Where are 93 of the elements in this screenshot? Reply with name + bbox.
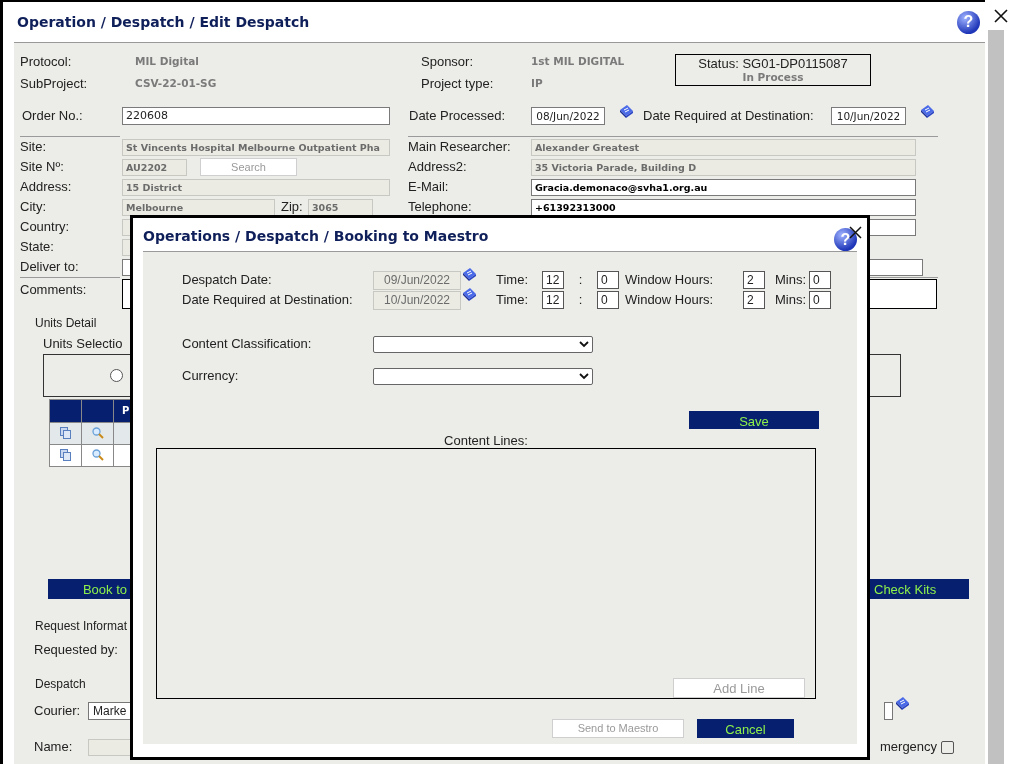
field-label: Sponsor: bbox=[421, 53, 475, 72]
field-label: Window Hours: bbox=[625, 271, 715, 290]
field-label: mergency bbox=[880, 738, 938, 757]
field-value: MIL Digital bbox=[135, 54, 200, 70]
input-field: 15 District bbox=[122, 178, 390, 196]
input-field: AU2202 bbox=[122, 158, 187, 176]
field-label: Main Researcher: bbox=[408, 138, 512, 157]
field-label: Mins: bbox=[775, 291, 808, 310]
hour-field[interactable]: 12 bbox=[542, 291, 564, 309]
field-label: Project type: bbox=[421, 75, 495, 94]
field-label: Date Required at Destination: bbox=[182, 291, 354, 310]
field-label: Country: bbox=[20, 218, 71, 237]
window-title: Operation / Despatch / Edit Despatch bbox=[17, 12, 310, 32]
calendar-icon[interactable] bbox=[462, 287, 477, 302]
chevron-icon bbox=[579, 372, 589, 380]
calendar-icon[interactable] bbox=[619, 104, 634, 119]
field-label: Window Hours: bbox=[625, 291, 715, 310]
date-field[interactable]: 08/Jun/2022 bbox=[531, 107, 605, 125]
field-label: Protocol: bbox=[20, 53, 73, 72]
input-field: Melbourne bbox=[122, 198, 275, 216]
section-title: Units Selectio bbox=[43, 335, 123, 353]
close-icon[interactable] bbox=[849, 226, 862, 239]
section-title: Despatch bbox=[35, 676, 86, 693]
date-field: 10/Jun/2022 bbox=[373, 290, 461, 310]
column-header: P bbox=[121, 403, 130, 418]
dropdown[interactable] bbox=[373, 335, 593, 353]
copy-icon[interactable] bbox=[60, 449, 71, 461]
dropdown[interactable] bbox=[373, 367, 593, 385]
field-label: Mins: bbox=[775, 271, 808, 290]
field-label: Despatch Date: bbox=[182, 271, 273, 290]
close-icon[interactable] bbox=[994, 9, 1008, 23]
radio-button[interactable] bbox=[110, 368, 123, 382]
field-label: Courier: bbox=[34, 702, 82, 721]
input-field[interactable]: 220608 bbox=[122, 107, 390, 125]
field-label: Address: bbox=[20, 178, 73, 197]
section-title: Units Detail bbox=[35, 315, 97, 332]
book-button[interactable]: Book to bbox=[48, 578, 130, 599]
field-label: Date Processed: bbox=[409, 107, 507, 126]
field-label: SubProject: bbox=[20, 75, 89, 94]
field-label: State: bbox=[20, 238, 55, 257]
mins-field[interactable]: 0 bbox=[809, 291, 831, 309]
field-label: Date Required at Destination: bbox=[643, 107, 815, 126]
scrollbar[interactable] bbox=[988, 30, 1004, 764]
time-separator: : bbox=[577, 271, 584, 290]
hour-field[interactable]: 12 bbox=[542, 271, 564, 289]
calendar-icon[interactable] bbox=[920, 104, 935, 119]
field-label: Site Nº: bbox=[20, 158, 65, 177]
calendar-icon[interactable] bbox=[895, 696, 910, 711]
field-label: Site: bbox=[20, 138, 47, 157]
field-value: CSV-22-01-SG bbox=[135, 76, 218, 92]
window-hours-field[interactable]: 2 bbox=[743, 291, 765, 309]
input-field: 3065 bbox=[308, 198, 373, 216]
input-field: Alexander Greatest bbox=[531, 138, 916, 156]
field-label: Name: bbox=[34, 738, 74, 757]
save-button[interactable]: Save bbox=[689, 411, 819, 429]
search-icon[interactable] bbox=[91, 449, 104, 461]
field-label: Zip: bbox=[281, 198, 304, 217]
input-field: St Vincents Hospital Melbourne Outpatient Pha bbox=[122, 138, 390, 156]
field-label: Time: bbox=[496, 291, 530, 310]
minute-field[interactable]: 0 bbox=[597, 271, 619, 289]
date-field[interactable]: 10/Jun/2022 bbox=[831, 107, 906, 125]
cancel-button[interactable]: Cancel bbox=[697, 719, 794, 738]
mins-field[interactable]: 0 bbox=[809, 271, 831, 289]
copy-icon[interactable] bbox=[60, 427, 71, 439]
field-label: Content Classification: bbox=[182, 335, 313, 354]
date-field: 09/Jun/2022 bbox=[373, 270, 461, 290]
input-field: 35 Victoria Parade, Building D bbox=[531, 158, 916, 176]
input-field[interactable] bbox=[884, 702, 893, 720]
field-label: Comments: bbox=[20, 281, 88, 299]
status-code: Status: SG01-DP0115087 bbox=[698, 57, 848, 71]
field-label: Time: bbox=[496, 271, 530, 290]
minute-field[interactable]: 0 bbox=[597, 291, 619, 309]
time-separator: : bbox=[577, 291, 584, 310]
field-label: City: bbox=[20, 198, 47, 217]
field-label: Order No.: bbox=[21, 107, 84, 126]
field-label: Deliver to: bbox=[20, 258, 80, 277]
field-value: IP bbox=[531, 76, 544, 92]
window-hours-field[interactable]: 2 bbox=[743, 271, 765, 289]
field-label: Currency: bbox=[182, 367, 240, 386]
input-field[interactable]: +61392313000 bbox=[531, 198, 916, 216]
input-field[interactable]: Gracia.demonaco@svha1.org.au bbox=[531, 178, 916, 196]
status-state: In Process bbox=[742, 72, 804, 83]
field-label: Address2: bbox=[408, 158, 468, 177]
field-label: Requested by: bbox=[34, 640, 118, 659]
field-value: 1st MIL DIGITAL bbox=[531, 54, 626, 70]
checkbox[interactable] bbox=[941, 740, 955, 754]
dialog-title: Operations / Despatch / Booking to Maestro bbox=[143, 227, 489, 246]
chevron-icon bbox=[579, 340, 589, 348]
field-label: E-Mail: bbox=[408, 178, 450, 197]
calendar-icon[interactable] bbox=[462, 267, 477, 282]
section-title: Content Lines: bbox=[444, 433, 528, 448]
field-label: Telephone: bbox=[408, 198, 473, 217]
section-title: Request Informat bbox=[35, 617, 128, 635]
